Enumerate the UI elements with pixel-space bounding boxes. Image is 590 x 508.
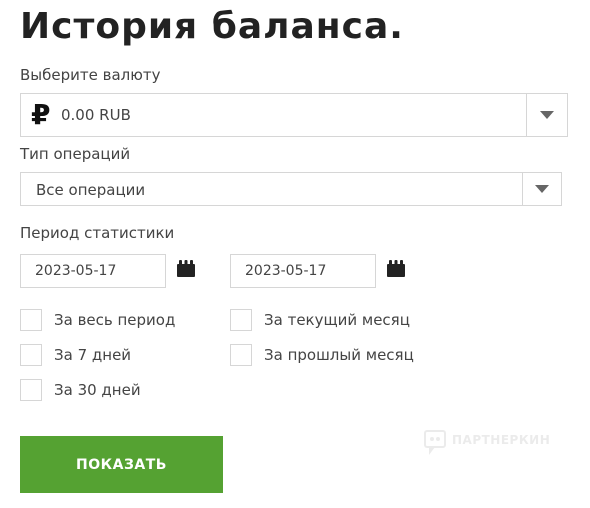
currency-dropdown-toggle[interactable] <box>527 94 567 136</box>
checkbox-box[interactable] <box>20 379 42 401</box>
checkbox-all-period[interactable]: За весь период <box>20 309 210 331</box>
checkbox-box[interactable] <box>20 309 42 331</box>
date-from-input[interactable] <box>20 254 166 288</box>
watermark-text: ПАРТНЕРКИН <box>452 433 551 447</box>
currency-value: 0.00 RUB <box>61 106 131 124</box>
operations-dropdown-toggle[interactable] <box>523 173 561 205</box>
currency-select[interactable]: ₽ 0.00 RUB <box>20 93 568 137</box>
operations-select[interactable]: Все операции <box>20 172 562 206</box>
checkbox-7-days[interactable]: За 7 дней <box>20 344 210 366</box>
watermark-logo-icon <box>424 430 446 455</box>
checkbox-label: За весь период <box>54 311 176 329</box>
calendar-icon[interactable] <box>176 260 196 278</box>
date-to-input[interactable] <box>230 254 376 288</box>
checkbox-label: За прошлый месяц <box>264 346 414 364</box>
checkbox-label: За 7 дней <box>54 346 132 364</box>
checkbox-box[interactable] <box>20 344 42 366</box>
period-label: Период статистики <box>20 224 175 242</box>
currency-label: Выберите валюту <box>20 66 161 84</box>
checkbox-box[interactable] <box>230 344 252 366</box>
operations-value: Все операции <box>36 181 146 199</box>
operations-label: Тип операций <box>20 145 131 163</box>
show-button[interactable]: ПОКАЗАТЬ <box>20 436 223 493</box>
ruble-icon: ₽ <box>31 98 51 131</box>
checkbox-box[interactable] <box>230 309 252 331</box>
checkbox-last-month[interactable]: За прошлый месяц <box>230 344 430 366</box>
caret-down-icon <box>535 185 549 193</box>
checkbox-30-days[interactable]: За 30 дней <box>20 379 210 401</box>
page-title: История баланса. <box>20 6 404 47</box>
caret-down-icon <box>540 111 554 119</box>
checkbox-label: За 30 дней <box>54 381 141 399</box>
calendar-icon[interactable] <box>386 260 406 278</box>
checkbox-label: За текущий месяц <box>264 311 410 329</box>
checkbox-current-month[interactable]: За текущий месяц <box>230 309 430 331</box>
